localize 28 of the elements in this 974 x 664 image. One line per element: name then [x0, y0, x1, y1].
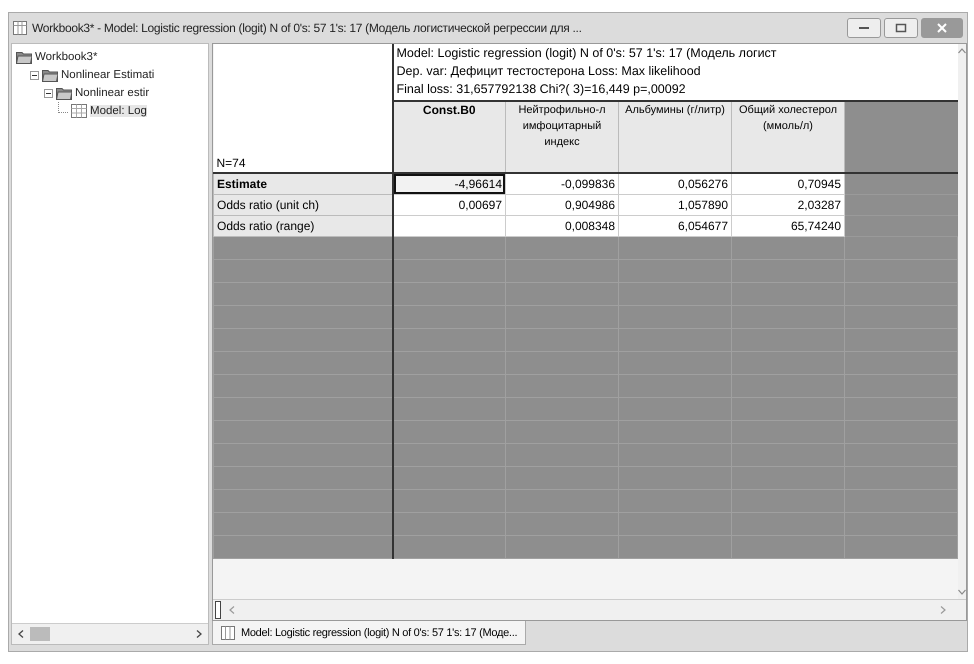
- table-cell[interactable]: 2,03287: [732, 194, 844, 216]
- table-cell[interactable]: 0,00697: [392, 194, 506, 216]
- window-title: Workbook3* - Model: Logistic regression (logit) N of 0's: 57 1's: 17 (Модель логистической регрессии для ...: [32, 21, 583, 35]
- sheet-tab[interactable]: Model: Logistic regression (logit) N of 0's: 57 1's: 17 (Моде...: [212, 621, 526, 645]
- tree-item[interactable]: Nonlinear estir: [75, 87, 150, 99]
- tree-item[interactable]: Workbook3*: [35, 51, 98, 63]
- table-cell[interactable]: -0,099836: [506, 173, 618, 194]
- column-header: Нейтрофильно-л имфоцитарный индекс: [506, 101, 618, 173]
- table-cell[interactable]: 1,057890: [618, 194, 732, 216]
- table-title: Dep. var: Дефицит тестостерона Loss: Max likelihood: [396, 63, 702, 80]
- column-header: Const.B0: [392, 101, 506, 173]
- tree-item[interactable]: Nonlinear Estimati: [61, 69, 154, 81]
- table-title: Final loss: 31,657792138 Chi?( 3)=16,449 p=,00092: [396, 81, 687, 98]
- row-header: Odds ratio (unit ch): [214, 194, 392, 216]
- table-cell[interactable]: 0,904986: [506, 194, 618, 216]
- table-cell[interactable]: 0,056276: [618, 173, 732, 194]
- table-cell[interactable]: 0,008348: [506, 216, 618, 236]
- column-header: Альбумины (г/литр): [618, 101, 732, 173]
- row-header: Estimate: [214, 173, 392, 194]
- row-header: Odds ratio (range): [214, 216, 392, 236]
- table-title: Model: Logistic regression (logit) N of 0's: 57 1's: 17 (Модель логист: [396, 45, 778, 62]
- table-cell[interactable]: -4,96614: [392, 173, 506, 194]
- row-count: N=74: [216, 156, 247, 172]
- table-cell[interactable]: 6,054677: [618, 216, 732, 236]
- table-cell[interactable]: 0,70945: [732, 173, 844, 194]
- table-cell[interactable]: 65,74240: [732, 216, 844, 236]
- column-header: Общий холестерол (ммоль/л): [732, 101, 844, 173]
- tree-item[interactable]: Model: Log: [90, 105, 147, 117]
